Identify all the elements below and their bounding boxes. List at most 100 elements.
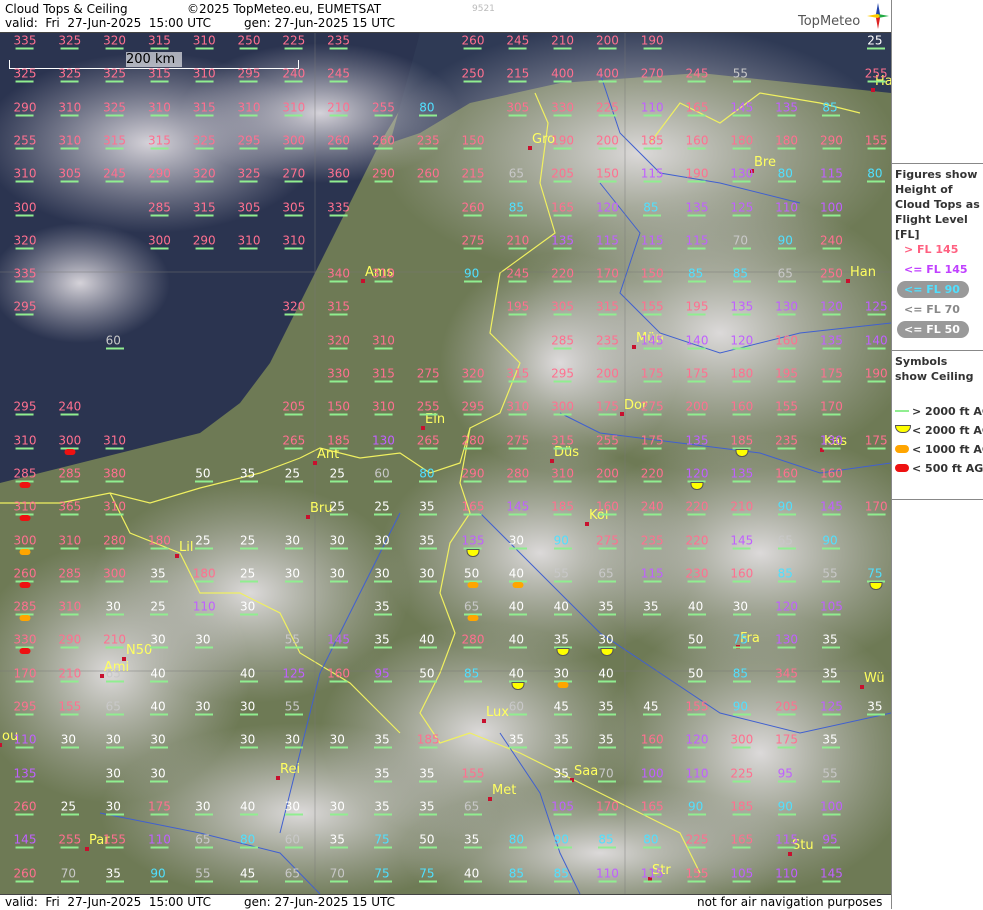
cloud-top-value: 245	[327, 68, 350, 83]
ceiling-high-line	[60, 413, 79, 416]
cloud-top-value: 245	[506, 35, 529, 50]
cloud-top-value: 130	[820, 434, 843, 450]
cloud-top-value: 325	[58, 35, 81, 50]
ceiling-high-line	[284, 80, 303, 83]
cloud-top-text: 185	[551, 499, 575, 514]
ceiling-high-line	[195, 547, 214, 549]
cloud-top-text: 190	[640, 33, 664, 48]
cloud-top-value: 65	[777, 268, 796, 283]
cloud-top-value: 160	[775, 467, 798, 483]
ceiling-high-line	[777, 547, 796, 549]
cloud-top-text: 65	[195, 832, 211, 847]
cloud-top-text: 35	[329, 832, 345, 847]
cloud-top-value: 330	[551, 101, 574, 117]
cloud-top-text: 190	[864, 366, 888, 381]
cloud-top-text: 245	[103, 166, 127, 181]
ceiling-high-line	[643, 746, 662, 749]
ceiling-high-line	[643, 513, 662, 516]
cloud-top-value: 55	[732, 66, 751, 83]
cloud-top-value: 145	[641, 334, 664, 350]
cloud-top-text: 315	[147, 33, 171, 48]
cloud-top-text: 260	[461, 33, 485, 48]
satellite-map[interactable]: 200 km Gro Bre Ha Ams Han Mün Dor Ein Ant Düs Kas B…	[0, 33, 891, 894]
cloud-top-value: 160	[686, 134, 708, 150]
cloud-top-value: 30	[329, 799, 348, 816]
cloud-top-text: 280	[103, 533, 127, 547]
cloud-top-value: 300	[282, 134, 305, 150]
ceiling-high-line	[867, 80, 886, 83]
cloud-top-value: 90	[150, 867, 169, 882]
cloud-top-value: 25	[195, 534, 214, 549]
cloud-top-text: 35	[419, 766, 435, 781]
ceiling-high-line	[195, 247, 214, 250]
cloud-top-text: 50	[688, 632, 704, 647]
topmeteo-logo[interactable]: TopMeteo	[798, 14, 860, 29]
cloud-top-text: 290	[461, 466, 485, 481]
cloud-top-value: 55	[195, 867, 214, 882]
cloud-top-value: 30	[150, 634, 169, 649]
cloud-top-value: 30	[195, 800, 214, 816]
cloud-top-value: 200	[686, 401, 708, 416]
ceiling-high-line	[195, 580, 214, 583]
ceiling-high-line	[598, 513, 617, 516]
cloud-top-value: 305	[506, 101, 529, 117]
cloud-top-value: 190	[865, 368, 888, 383]
cloud-top-value: 190	[686, 168, 708, 183]
cloud-top-text: 295	[13, 399, 37, 414]
ceiling-high-line	[732, 513, 751, 516]
ceiling-high-line	[777, 413, 796, 416]
ceiling-high-line	[374, 480, 393, 483]
ceiling-high-line	[374, 147, 393, 150]
cloud-top-text: 30	[329, 732, 345, 747]
ceiling-high-line	[464, 147, 482, 150]
cloud-top-value: 70	[329, 866, 348, 882]
cloud-top-value: 310	[58, 134, 81, 150]
cloud-top-text: 300	[551, 399, 575, 414]
cloud-top-value: 85	[732, 667, 751, 683]
cloud-top-value: 40	[508, 634, 527, 649]
cloud-top-text: 55	[732, 66, 749, 81]
cloud-top-text: 315	[506, 366, 530, 381]
cloud-top-text: 310	[13, 166, 37, 181]
cloud-top-text: 70	[329, 866, 345, 880]
cloud-top-text: 335	[13, 266, 37, 281]
ceiling-high-line	[598, 313, 617, 316]
ceiling-high-line	[284, 247, 303, 250]
cloud-top-text: 285	[58, 566, 82, 581]
ceiling-high-line	[643, 580, 662, 583]
cloud-top-value: 175	[596, 401, 619, 416]
ceiling-high-line	[777, 513, 796, 516]
ceiling-high-line	[643, 813, 662, 816]
ceiling-high-line	[867, 147, 886, 150]
cloud-top-text: 400	[595, 66, 619, 81]
cloud-top-text: 315	[551, 433, 575, 448]
header-bar: Cloud Tops & Ceiling ©2025 TopMeteo.eu, …	[0, 0, 891, 33]
cloud-top-value: 85	[643, 201, 662, 216]
scale-label: 200 km	[126, 52, 176, 67]
cloud-top-text: 45	[240, 866, 256, 880]
ceiling-high-line	[598, 613, 617, 616]
cloud-top-text: 35	[374, 732, 390, 747]
cloud-top-value: 95	[777, 767, 796, 783]
cloud-top-value: 35	[598, 734, 617, 749]
cloud-top-text: 65	[508, 166, 525, 181]
ceiling-high-line	[732, 114, 751, 117]
cloud-top-text: 100	[819, 200, 843, 214]
cloud-top-text: 30	[329, 799, 345, 814]
cloud-top-value: 160	[596, 501, 619, 516]
cloud-top-value: 95	[822, 834, 841, 849]
ceiling-high-line	[105, 680, 124, 683]
cloud-top-text: 65	[284, 866, 301, 880]
cloud-top-value: 285	[14, 467, 36, 483]
ceiling-high-line	[284, 580, 303, 583]
ceiling-high-line	[284, 680, 303, 683]
cloud-top-value: 125	[730, 201, 753, 216]
cloud-top-text: 25	[329, 499, 345, 514]
ceiling-high-line	[553, 513, 572, 516]
ceiling-high-line	[105, 547, 124, 549]
cloud-top-value: 290	[372, 168, 395, 183]
ceiling-high-line	[195, 180, 214, 183]
cloud-top-value: 55	[553, 567, 572, 583]
cloud-top-text: 35	[553, 632, 569, 647]
cloud-top-text: 310	[58, 599, 82, 614]
